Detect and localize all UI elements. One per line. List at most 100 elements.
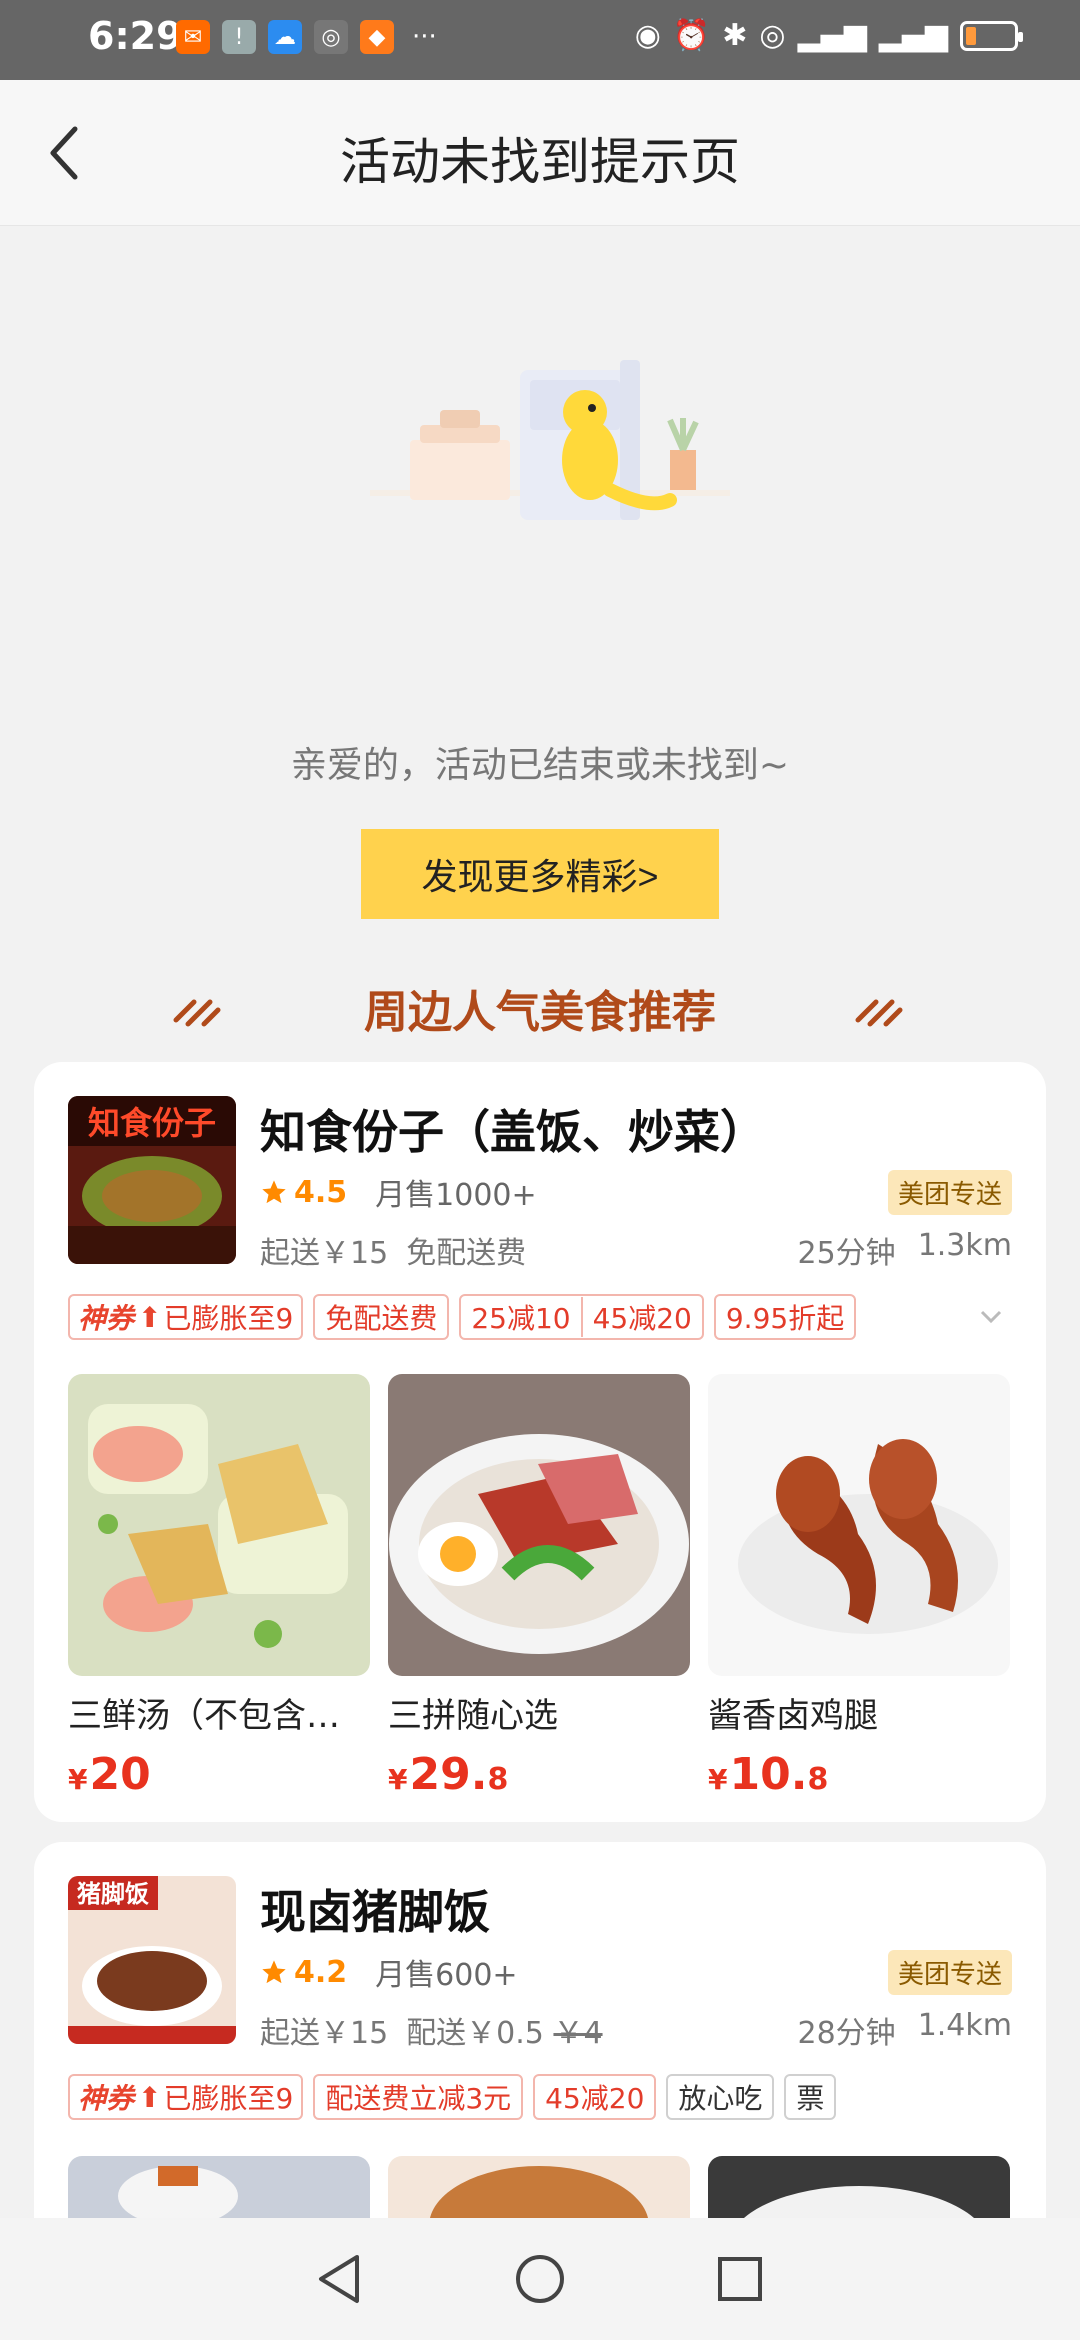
- promo-tag: 免配送费: [313, 1294, 450, 1340]
- promo-tags: 神券 ⬆ 已膨胀至9 免配送费 25减10 45减20 9.95折起: [68, 1294, 857, 1340]
- dish-item[interactable]: 酱香卤鸡腿 ¥ 10. 8: [708, 1374, 1010, 1800]
- price-decimal: 8: [807, 1762, 829, 1797]
- delivery-badge: 美团专送: [887, 1170, 1012, 1215]
- monthly-sales: 月售600+: [375, 1958, 518, 1993]
- price-currency: ¥: [388, 1763, 408, 1796]
- dish-name: 三鲜汤（不包含…: [68, 1696, 340, 1736]
- price-currency: ¥: [708, 1763, 728, 1796]
- dish-image: [68, 1374, 370, 1676]
- section-deco-right-icon: [855, 999, 903, 1027]
- dish-name: 酱香卤鸡腿: [708, 1696, 878, 1736]
- invoice-tag: 票: [784, 2074, 837, 2120]
- delivery-info: 起送￥15 配送￥0.5 ￥4: [260, 2008, 603, 2052]
- promo-tags: 神券 ⬆ 已膨胀至9 配送费立减3元 45减20 放心吃 票: [68, 2074, 837, 2120]
- empty-illustration: [370, 360, 730, 520]
- min-order: 起送￥15: [260, 2016, 389, 2051]
- min-order: 起送￥15: [260, 1236, 389, 1271]
- page-title: 活动未找到提示页: [340, 133, 740, 191]
- eye-icon: ◉: [634, 18, 661, 53]
- signal-icon-2: ▂▄▆: [878, 18, 948, 53]
- nav-back-button[interactable]: [300, 2239, 380, 2319]
- triangle-back-icon: [319, 2255, 359, 2303]
- rating-value: 4.5: [294, 1174, 348, 1210]
- price-currency: ¥: [68, 1763, 88, 1796]
- shop-logo: 猪脚饭: [68, 1876, 236, 2044]
- rating: 4.5: [260, 1175, 347, 1210]
- rating: 4.2: [260, 1955, 347, 1990]
- delivery-fee-current: 配送￥0.5: [406, 2016, 544, 2051]
- delivery-badge: 美团专送: [887, 1950, 1012, 1995]
- svg-text:知食份子: 知食份子: [88, 1104, 216, 1142]
- promo-tag: 配送费立减3元: [313, 2074, 524, 2120]
- system-nav-bar: [0, 2218, 1080, 2340]
- nav-recents-button[interactable]: [700, 2239, 780, 2319]
- discount-tag: 25减10 45减20: [459, 1294, 704, 1340]
- dish-name: 三拼随心选: [388, 1696, 558, 1736]
- super-coupon-text: 已膨胀至9: [163, 2082, 294, 2115]
- more-notifications-icon: ···: [412, 22, 437, 52]
- section-title: 周边人气美食推荐: [364, 987, 716, 1038]
- battery-icon: [960, 20, 1023, 51]
- super-coupon-text: 已膨胀至9: [163, 1302, 294, 1335]
- sim-warning-icon: !: [222, 20, 256, 54]
- dish-price: ¥ 20: [68, 1749, 370, 1800]
- dish-image: [388, 1374, 690, 1676]
- arrow-up-icon: ⬆: [138, 1300, 162, 1334]
- hotspot-icon: ◎: [759, 18, 786, 53]
- shop-card[interactable]: 知食份子 知食份子（盖饭、炒菜） 4.5 月售1000+ 美团专送 起送￥15 …: [34, 1062, 1046, 1822]
- super-coupon-prefix: 神券: [78, 1302, 135, 1335]
- circle-home-icon: [516, 2255, 564, 2303]
- app-icon: ◆: [360, 20, 394, 54]
- super-coupon-tag: 神券 ⬆ 已膨胀至9: [68, 1294, 304, 1340]
- app-notification-icon: ✉: [176, 20, 210, 54]
- dish-list: 三鲜汤（不包含… ¥ 20 三拼随心选 ¥ 29. 8 酱香卤鸡腿 ¥ 10. …: [68, 1374, 1010, 1800]
- discount-tier-1: 25减10: [471, 1302, 571, 1335]
- price-integer: 29.: [409, 1749, 488, 1800]
- distance: 1.3km: [917, 1228, 1012, 1263]
- price-integer: 20: [89, 1749, 151, 1800]
- distance: 1.4km: [917, 2008, 1012, 2043]
- rating-row: 4.2 月售600+: [260, 1950, 518, 1994]
- system-icons: ◉ ⏰ ✱ ◎ ▂▄▆ ▂▄▆: [634, 18, 1023, 53]
- dish-item[interactable]: 三拼随心选 ¥ 29. 8: [388, 1374, 690, 1800]
- star-icon: [262, 1180, 286, 1204]
- super-coupon-tag: 神券 ⬆ 已膨胀至9: [68, 2074, 304, 2120]
- promo-tag: 45减20: [533, 2074, 657, 2120]
- price-integer: 10.: [729, 1749, 808, 1800]
- discover-more-button[interactable]: 发现更多精彩>: [361, 829, 719, 919]
- promo-tag: 9.95折起: [713, 1294, 857, 1340]
- shop-name: 知食份子（盖饭、炒菜）: [260, 1105, 766, 1159]
- time-distance: 28分钟 1.4km: [798, 2008, 1013, 2052]
- square-recents-icon: [718, 2257, 762, 2301]
- status-time: 6:29: [88, 14, 183, 58]
- rating-value: 4.2: [294, 1954, 348, 1990]
- alarm-icon: ⏰: [672, 18, 711, 53]
- delivery-fee: 免配送费: [406, 1236, 527, 1271]
- delivery-time: 28分钟: [797, 2016, 896, 2051]
- notification-icons: ✉ ! ☁ ◎ ◆ ···: [176, 20, 437, 54]
- dish-price: ¥ 10. 8: [708, 1749, 1010, 1800]
- nav-home-button[interactable]: [500, 2239, 580, 2319]
- dish-item[interactable]: 三鲜汤（不包含… ¥ 20: [68, 1374, 370, 1800]
- super-coupon-prefix: 神券: [78, 2082, 135, 2115]
- bluetooth-icon: ✱: [722, 18, 748, 53]
- dish-image: [708, 1374, 1010, 1676]
- wechat-icon: ◎: [314, 20, 348, 54]
- delivery-info: 起送￥15 免配送费: [260, 1228, 526, 1272]
- delivery-time: 25分钟: [797, 1236, 896, 1271]
- svg-text:猪脚饭: 猪脚饭: [77, 1880, 149, 1908]
- promo-tag: 放心吃: [666, 2074, 775, 2120]
- time-distance: 25分钟 1.3km: [798, 1228, 1013, 1272]
- app-header: 活动未找到提示页: [0, 80, 1080, 226]
- status-bar: 6:29 ✉ ! ☁ ◎ ◆ ··· ◉ ⏰ ✱ ◎ ▂▄▆ ▂▄▆: [0, 0, 1080, 80]
- weather-icon: ☁: [268, 20, 302, 54]
- price-decimal: 8: [487, 1762, 509, 1797]
- monthly-sales: 月售1000+: [375, 1178, 537, 1213]
- arrow-up-icon: ⬆: [138, 2080, 162, 2114]
- chevron-down-icon[interactable]: [976, 1302, 1006, 1332]
- discount-tier-2: 45减20: [580, 1297, 692, 1337]
- signal-icon: ▂▄▆: [797, 18, 867, 53]
- star-icon: [262, 1960, 286, 1984]
- delivery-fee: 配送￥0.5 ￥4: [406, 2008, 602, 2052]
- rating-row: 4.5 月售1000+: [260, 1170, 537, 1214]
